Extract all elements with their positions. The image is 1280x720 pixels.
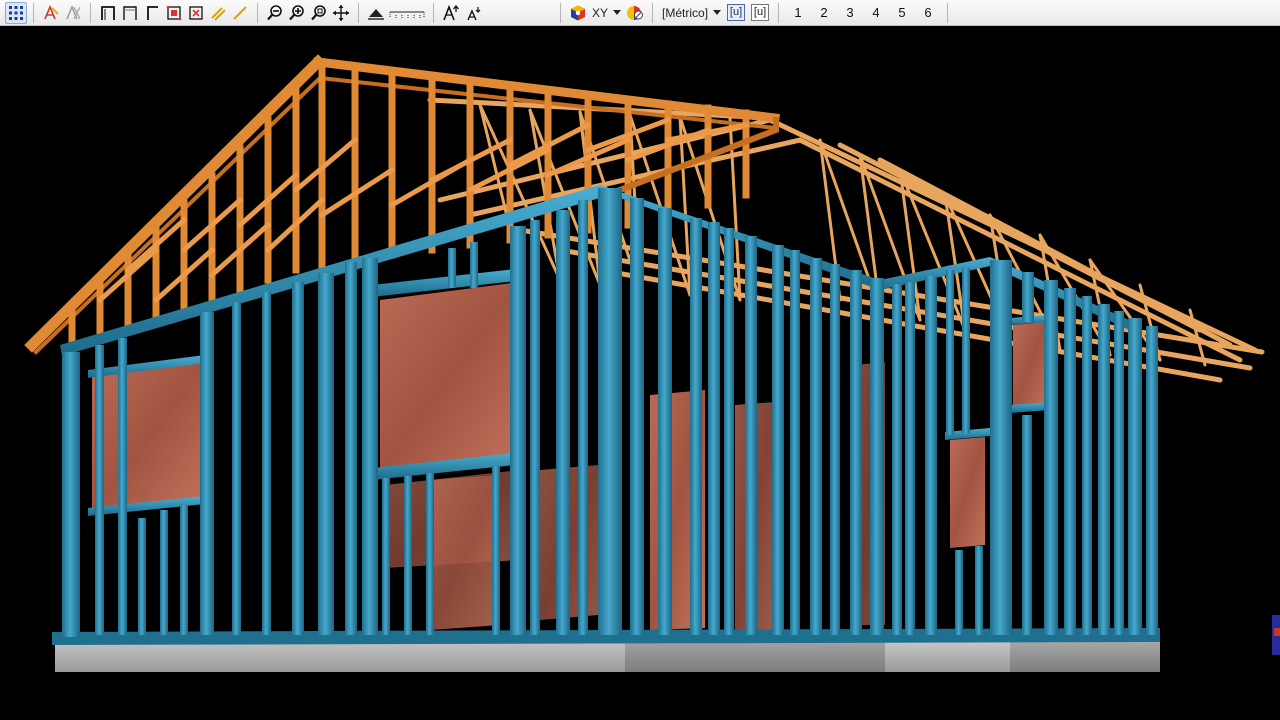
toolbar-group-members xyxy=(94,0,254,26)
zoom-window-icon[interactable] xyxy=(308,2,330,24)
toolbar-separator xyxy=(33,2,34,23)
text-size-down-icon[interactable] xyxy=(462,2,484,24)
zoom-in-icon[interactable] xyxy=(286,2,308,24)
view-plane-label: XY xyxy=(592,5,609,20)
toolbar-group-grid xyxy=(2,0,30,26)
view-button-2[interactable]: 2 xyxy=(811,5,837,20)
chevron-down-icon xyxy=(613,10,622,15)
toolbar-group-units: [Métrico] [u] [u] xyxy=(656,0,775,26)
model-viewport[interactable] xyxy=(0,27,1280,720)
opening-icon[interactable] xyxy=(163,2,185,24)
zoom-out-icon[interactable] xyxy=(264,2,286,24)
units-label: [Métrico] xyxy=(662,5,709,20)
opening-alt-icon[interactable] xyxy=(185,2,207,24)
render-cube-icon[interactable] xyxy=(567,2,589,24)
view-button-6[interactable]: 6 xyxy=(915,5,941,20)
unit-toggle-secondary[interactable]: [u] xyxy=(748,2,772,24)
ruler-icon[interactable] xyxy=(387,2,427,24)
view-button-1[interactable]: 1 xyxy=(785,5,811,20)
chevron-down-icon xyxy=(713,10,722,15)
toolbar-group-snap xyxy=(37,0,87,26)
toolbar-group-text xyxy=(437,0,487,26)
view-plane-dropdown[interactable]: XY xyxy=(589,2,624,24)
toolbar-group-render: XY xyxy=(564,0,649,26)
toolbar-group-display xyxy=(362,0,430,26)
snap-disabled-icon[interactable] xyxy=(62,2,84,24)
framing-model-render xyxy=(24,54,1280,672)
grid-icon[interactable] xyxy=(5,1,27,24)
pan-icon[interactable] xyxy=(330,2,352,24)
toolbar-separator xyxy=(433,2,434,23)
brace-double-icon[interactable] xyxy=(207,2,229,24)
main-toolbar: XY [Métrico] [u] [u] 1 2 3 4 5 6 xyxy=(0,0,1280,26)
toolbar-separator xyxy=(778,2,780,23)
snap-text-icon[interactable] xyxy=(40,2,62,24)
corner-member-icon[interactable] xyxy=(141,2,163,24)
view-button-4[interactable]: 4 xyxy=(863,5,889,20)
unit-toggle-primary-label: [u] xyxy=(726,4,746,21)
unit-toggle-secondary-label: [u] xyxy=(750,4,770,21)
view-button-3[interactable]: 3 xyxy=(837,5,863,20)
unit-toggle-primary[interactable]: [u] xyxy=(724,2,748,24)
view-button-5[interactable]: 5 xyxy=(889,5,915,20)
steel-wall-frame xyxy=(52,185,1160,645)
toolbar-separator xyxy=(90,2,91,23)
frame-member-icon[interactable] xyxy=(97,2,119,24)
toolbar-group-zoom xyxy=(261,0,355,26)
frame-member-alt-icon[interactable] xyxy=(119,2,141,24)
toolbar-separator xyxy=(560,2,561,23)
toolbar-separator xyxy=(257,2,258,23)
toolbar-group-views: 1 2 3 4 5 6 xyxy=(782,0,944,26)
brace-single-icon[interactable] xyxy=(229,2,251,24)
color-wheel-icon[interactable] xyxy=(624,2,646,24)
toolbar-separator xyxy=(358,2,359,23)
units-dropdown[interactable]: [Métrico] xyxy=(659,2,724,24)
text-size-up-icon[interactable] xyxy=(440,2,462,24)
toolbar-separator xyxy=(947,2,949,23)
roof-view-icon[interactable] xyxy=(365,2,387,24)
toolbar-separator xyxy=(652,2,654,23)
